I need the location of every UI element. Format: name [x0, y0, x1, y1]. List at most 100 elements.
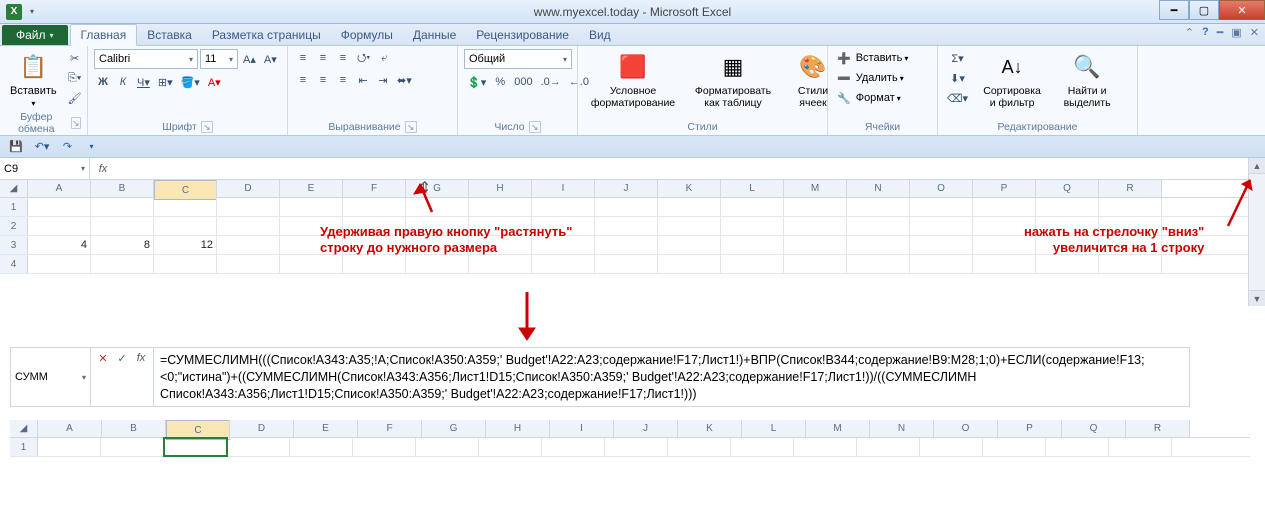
cell[interactable]	[595, 255, 658, 273]
cell[interactable]	[784, 217, 847, 235]
cell[interactable]	[217, 236, 280, 254]
align-bottom-button[interactable]: ≡	[334, 49, 352, 67]
formula-input-expanded[interactable]: =СУММЕСЛИМН(((Список!A343:A35;!A;Список!…	[154, 348, 1189, 406]
col-header[interactable]: F	[343, 180, 406, 197]
col-header[interactable]: Q	[1036, 180, 1099, 197]
select-all-corner[interactable]: ◢	[10, 420, 38, 437]
decrease-font-button[interactable]: A▾	[261, 50, 280, 68]
currency-button[interactable]: 💲▾	[464, 73, 489, 91]
conditional-formatting-button[interactable]: 🟥Условное форматирование	[584, 49, 682, 111]
increase-indent-button[interactable]: ⇥	[374, 71, 392, 89]
row-header[interactable]: 2	[0, 217, 28, 235]
col-header[interactable]: L	[721, 180, 784, 197]
cell[interactable]	[532, 198, 595, 216]
col-header[interactable]: J	[595, 180, 658, 197]
fill-button[interactable]: ⬇▾	[944, 69, 971, 87]
cell[interactable]	[1036, 217, 1099, 235]
cell[interactable]	[668, 438, 731, 456]
cell[interactable]	[532, 217, 595, 235]
cell[interactable]	[343, 236, 406, 254]
align-middle-button[interactable]: ≡	[314, 49, 332, 67]
font-size-select[interactable]: 11▾	[200, 49, 238, 69]
format-painter-button[interactable]: 🖌	[65, 89, 85, 107]
cell[interactable]	[227, 438, 290, 456]
col-header[interactable]: E	[294, 420, 358, 437]
decrease-indent-button[interactable]: ⇤	[354, 71, 372, 89]
redo-button[interactable]: ↷	[58, 138, 76, 156]
col-header[interactable]: A	[38, 420, 102, 437]
cell[interactable]	[28, 255, 91, 273]
percent-button[interactable]: %	[491, 73, 509, 91]
col-header[interactable]: R	[1126, 420, 1190, 437]
cell[interactable]	[406, 255, 469, 273]
cell[interactable]	[1099, 255, 1162, 273]
name-box[interactable]: C9▾	[0, 158, 90, 179]
col-header[interactable]: E	[280, 180, 343, 197]
col-header[interactable]: I	[532, 180, 595, 197]
worksheet-grid[interactable]: ◢ A B C D E F G H I J K L M N O P Q R 12…	[0, 180, 1265, 290]
merge-button[interactable]: ⬌▾	[394, 71, 415, 89]
file-tab[interactable]: Файл▾	[2, 25, 68, 45]
cell[interactable]	[101, 438, 164, 456]
cell[interactable]	[406, 236, 469, 254]
tab-data[interactable]: Данные	[403, 25, 466, 45]
cell[interactable]	[910, 198, 973, 216]
cell[interactable]	[973, 255, 1036, 273]
cell[interactable]	[794, 438, 857, 456]
col-header[interactable]: Q	[1062, 420, 1126, 437]
font-name-select[interactable]: Calibri▾	[94, 49, 198, 69]
window-restore-icon[interactable]: ▣	[1231, 26, 1241, 39]
col-header[interactable]: O	[910, 180, 973, 197]
cell[interactable]: 8	[91, 236, 154, 254]
format-cells-button[interactable]: 🔧	[834, 89, 854, 107]
col-header[interactable]: D	[217, 180, 280, 197]
maximize-button[interactable]: ▢	[1189, 0, 1219, 20]
scroll-down-icon[interactable]: ▼	[1249, 290, 1265, 306]
cell[interactable]	[469, 255, 532, 273]
qat-customize-icon[interactable]: ▾	[82, 138, 100, 156]
tab-formulas[interactable]: Формулы	[331, 25, 403, 45]
col-header[interactable]: N	[870, 420, 934, 437]
dialog-launcher-icon[interactable]: ↘	[71, 117, 81, 129]
col-header[interactable]: H	[469, 180, 532, 197]
col-header[interactable]: C	[154, 180, 217, 200]
cell[interactable]	[280, 255, 343, 273]
cell[interactable]	[343, 255, 406, 273]
cell[interactable]	[847, 236, 910, 254]
cell[interactable]	[784, 236, 847, 254]
cut-button[interactable]: ✂	[65, 49, 85, 67]
comma-button[interactable]: 000	[511, 73, 535, 91]
cell[interactable]	[469, 198, 532, 216]
copy-button[interactable]: ⎘▾	[65, 69, 85, 87]
dialog-launcher-icon[interactable]: ↘	[405, 121, 417, 133]
vertical-scrollbar[interactable]: ▲ ▼	[1248, 158, 1265, 306]
wrap-text-button[interactable]: ⤶	[375, 49, 393, 67]
insert-cells-button[interactable]: ➕	[834, 49, 854, 67]
cell[interactable]	[1036, 236, 1099, 254]
cell[interactable]	[983, 438, 1046, 456]
cell[interactable]	[973, 198, 1036, 216]
increase-decimal-button[interactable]: .0→	[538, 73, 564, 91]
italic-button[interactable]: К	[114, 73, 132, 91]
cell[interactable]	[721, 198, 784, 216]
align-left-button[interactable]: ≡	[294, 71, 312, 89]
cell[interactable]	[784, 255, 847, 273]
cell[interactable]	[154, 255, 217, 273]
col-header[interactable]: C	[166, 420, 230, 440]
cell[interactable]	[847, 217, 910, 235]
enter-formula-button[interactable]: ✓	[113, 350, 131, 366]
col-header[interactable]: G	[406, 180, 469, 197]
cell[interactable]	[290, 438, 353, 456]
cell[interactable]	[595, 198, 658, 216]
cell[interactable]	[217, 217, 280, 235]
cell[interactable]	[164, 438, 227, 456]
col-header[interactable]: M	[806, 420, 870, 437]
select-all-corner[interactable]: ◢	[0, 180, 28, 197]
cell[interactable]	[479, 438, 542, 456]
cell[interactable]	[1046, 438, 1109, 456]
cell[interactable]	[857, 438, 920, 456]
tab-view[interactable]: Вид	[579, 25, 621, 45]
fx-button[interactable]: fx	[132, 350, 150, 366]
cell[interactable]	[731, 438, 794, 456]
cell[interactable]	[910, 217, 973, 235]
